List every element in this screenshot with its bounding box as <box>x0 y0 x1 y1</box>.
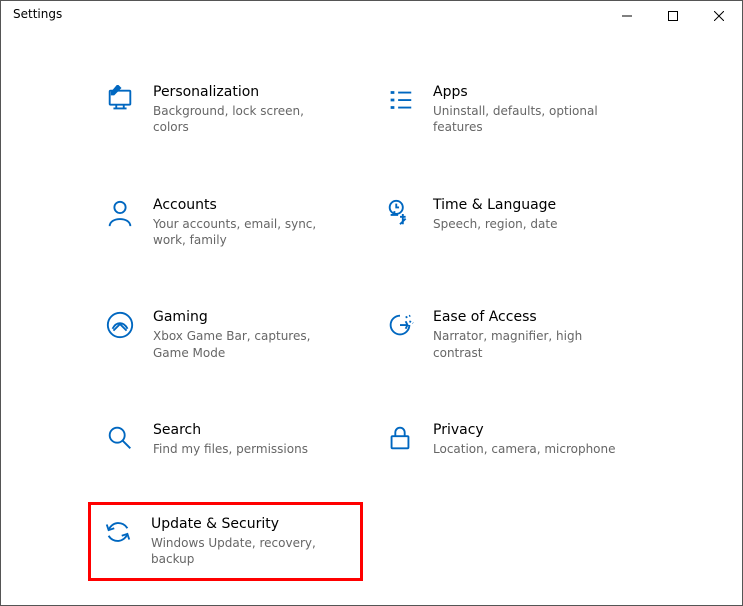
tile-desc: Uninstall, defaults, optional features <box>433 103 623 135</box>
tile-desc: Background, lock screen, colors <box>153 103 343 135</box>
search-icon <box>103 423 137 457</box>
tile-label: Privacy <box>433 421 616 439</box>
tile-label: Personalization <box>153 83 343 101</box>
maximize-icon <box>668 11 678 21</box>
tile-label: Time & Language <box>433 196 557 214</box>
tile-desc: Windows Update, recovery, backup <box>151 535 341 567</box>
apps-icon <box>383 85 417 119</box>
window-controls <box>604 7 742 31</box>
privacy-icon <box>383 423 417 457</box>
ease-of-access-icon <box>383 310 417 344</box>
minimize-icon <box>622 11 632 21</box>
tile-label: Gaming <box>153 308 343 326</box>
tile-label: Search <box>153 421 308 439</box>
tile-desc: Location, camera, microphone <box>433 441 616 457</box>
tile-ease-of-access[interactable]: Ease of Access Narrator, magnifier, high… <box>381 306 641 363</box>
tile-desc: Xbox Game Bar, captures, Game Mode <box>153 328 343 360</box>
tile-apps[interactable]: Apps Uninstall, defaults, optional featu… <box>381 81 641 138</box>
tile-desc: Narrator, magnifier, high contrast <box>433 328 623 360</box>
tile-time-language[interactable]: Time & Language Speech, region, date <box>381 194 641 251</box>
time-language-icon <box>383 198 417 232</box>
tile-label: Ease of Access <box>433 308 623 326</box>
maximize-button[interactable] <box>650 1 696 31</box>
tile-search[interactable]: Search Find my files, permissions <box>101 419 361 459</box>
settings-grid-container: Personalization Background, lock screen,… <box>1 33 742 588</box>
tile-accounts[interactable]: Accounts Your accounts, email, sync, wor… <box>101 194 361 251</box>
close-icon <box>714 11 724 21</box>
tile-label: Accounts <box>153 196 343 214</box>
tile-privacy[interactable]: Privacy Location, camera, microphone <box>381 419 641 459</box>
window-title: Settings <box>13 7 604 21</box>
tile-label: Update & Security <box>151 515 341 533</box>
tile-personalization[interactable]: Personalization Background, lock screen,… <box>101 81 361 138</box>
accounts-icon <box>103 198 137 232</box>
personalization-icon <box>103 85 137 119</box>
close-button[interactable] <box>696 1 742 31</box>
minimize-button[interactable] <box>604 1 650 31</box>
gaming-icon <box>103 310 137 344</box>
update-security-icon <box>101 517 135 551</box>
tile-gaming[interactable]: Gaming Xbox Game Bar, captures, Game Mod… <box>101 306 361 363</box>
tile-label: Apps <box>433 83 623 101</box>
tile-desc: Find my files, permissions <box>153 441 308 457</box>
title-bar: Settings <box>1 1 742 33</box>
tile-update-security[interactable]: Update & Security Windows Update, recove… <box>88 502 363 581</box>
tile-desc: Your accounts, email, sync, work, family <box>153 216 343 248</box>
tile-desc: Speech, region, date <box>433 216 557 232</box>
